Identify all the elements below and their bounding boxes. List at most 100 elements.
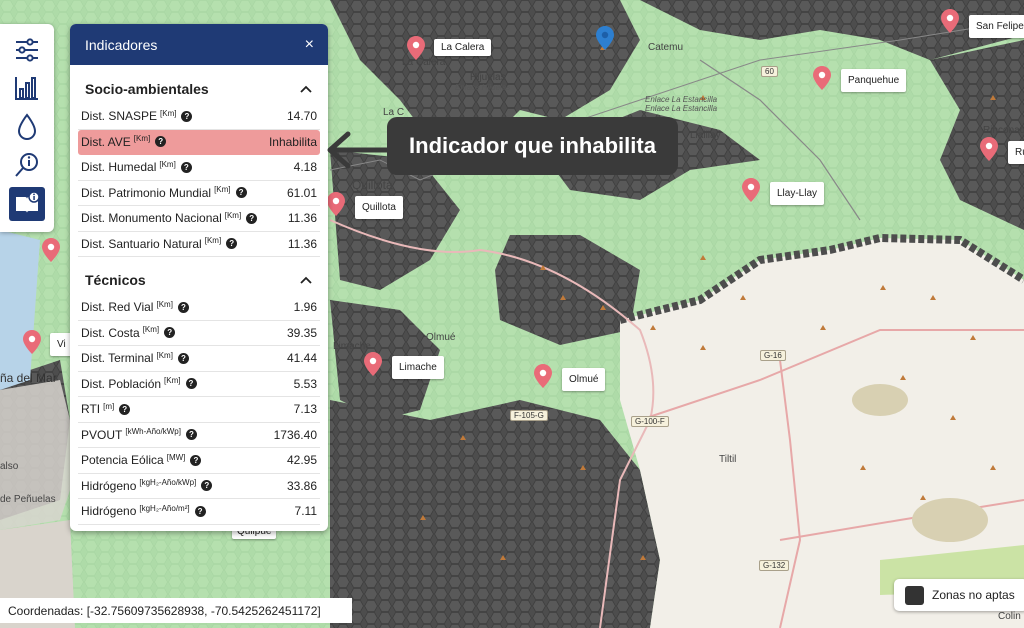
chart-tool-button[interactable] — [9, 71, 45, 105]
indicator-row: Potencia Eólica [MW]? 42.95 — [78, 448, 320, 474]
indicator-name: Dist. Monumento Nacional [Km]? — [81, 211, 258, 225]
coordinates-readout: Coordenadas: [-32.75609735628938, -70.54… — [0, 598, 352, 623]
help-icon[interactable]: ? — [226, 238, 238, 250]
map-pin-icon[interactable] — [534, 364, 552, 388]
help-icon[interactable]: ? — [194, 505, 206, 517]
indicator-value: 33.86 — [286, 478, 317, 493]
map-town-label: Quillota — [352, 178, 393, 192]
help-icon[interactable]: ? — [180, 161, 192, 173]
map-town-label: Catemu — [648, 42, 684, 53]
help-icon[interactable]: ? — [177, 301, 189, 313]
indicator-unit: [Km] — [156, 299, 173, 309]
map-town-label: Tiltil — [719, 454, 737, 465]
map-pin-icon[interactable] — [980, 137, 998, 161]
help-icon[interactable]: ? — [246, 212, 258, 224]
section-title: Socio-ambientales — [85, 81, 209, 97]
indicators-tool-button[interactable] — [9, 187, 45, 221]
help-icon[interactable]: ? — [185, 429, 197, 441]
place-label[interactable]: Limache — [392, 356, 444, 379]
indicator-label: Hidrógeno — [81, 504, 137, 519]
indicator-label: RTI — [81, 402, 101, 417]
panel-header: Indicadores × — [70, 24, 328, 65]
indicator-name: Dist. SNASPE [Km]? — [81, 108, 193, 123]
indicator-name: RTI [m]? — [81, 402, 131, 417]
map-pin-icon[interactable] — [813, 66, 831, 90]
place-label[interactable]: Olmué — [562, 368, 606, 391]
help-icon[interactable]: ? — [155, 136, 167, 148]
selected-location-pin-icon[interactable] — [596, 26, 614, 50]
section-header[interactable]: Socio-ambientales — [70, 74, 328, 104]
help-icon[interactable]: ? — [181, 110, 193, 122]
help-icon[interactable]: ? — [190, 454, 202, 466]
indicator-row: Dist. Patrimonio Mundial [Km]? 61.01 — [78, 181, 320, 206]
indicator-name: Dist. Terminal [Km]? — [81, 351, 189, 365]
indicator-row: Dist. Población [Km]? 5.53 — [78, 372, 320, 397]
help-icon[interactable]: ? — [164, 327, 176, 339]
water-tool-button[interactable] — [9, 110, 45, 144]
place-label[interactable]: Ru — [1008, 141, 1024, 164]
indicator-unit: [Km] — [133, 134, 151, 144]
map-town-label: Llaillay — [690, 130, 721, 141]
indicator-value: 11.36 — [287, 211, 317, 226]
map-road-label: Enlace La Estancilla — [645, 104, 718, 113]
close-icon[interactable]: × — [305, 36, 314, 53]
inspect-tool-button[interactable] — [9, 148, 45, 182]
annotation-callout: Indicador que inhabilita — [387, 117, 678, 175]
map-town-label: Limache — [333, 341, 371, 352]
indicator-label: Dist. Costa — [81, 325, 140, 340]
indicator-label: Potencia Eólica — [81, 453, 164, 468]
map-town-label: Olmué — [426, 332, 456, 343]
indicator-name: Dist. AVE [Km]? — [81, 134, 167, 149]
indicator-label: Dist. Humedal — [81, 160, 157, 175]
indicator-row: Dist. Costa [Km]? 39.35 — [78, 321, 320, 346]
road-shield: G-100-F — [631, 416, 669, 427]
indicator-unit: [Km] — [160, 108, 177, 118]
indicator-value: 39.35 — [286, 325, 317, 340]
place-label[interactable]: Llay-Llay — [770, 182, 825, 205]
indicator-label: Dist. Terminal — [81, 351, 154, 366]
help-icon[interactable]: ? — [185, 378, 197, 390]
map-pin-icon[interactable] — [23, 330, 41, 354]
indicator-unit: [Km] — [156, 350, 173, 360]
place-label[interactable]: Quillota — [355, 196, 403, 219]
place-label[interactable]: Panquehue — [841, 69, 907, 92]
map-pin-icon[interactable] — [364, 352, 382, 376]
indicator-unit: [kWh-Año/kWp] — [125, 427, 181, 437]
legend-label: Zonas no aptas — [932, 588, 1015, 602]
indicator-value: 61.01 — [286, 185, 317, 200]
indicator-value: 42.95 — [286, 453, 317, 468]
indicator-name: Hidrógeno [kgH₂-Año/kWp]? — [81, 478, 213, 493]
indicator-row: Dist. Red Vial [Km]? 1.96 — [78, 295, 320, 321]
book-info-icon — [16, 191, 40, 213]
help-icon[interactable]: ? — [235, 187, 247, 199]
map-pin-icon[interactable] — [42, 238, 60, 262]
filters-tool-button[interactable] — [9, 33, 45, 67]
indicator-label: Dist. Red Vial — [81, 300, 154, 315]
indicator-name: PVOUT [kWh-Año/kWp]? — [81, 427, 197, 442]
help-icon[interactable]: ? — [177, 352, 189, 364]
map-pin-icon[interactable] — [742, 178, 760, 202]
map-pin-icon[interactable] — [327, 192, 345, 216]
indicator-row: Hidrógeno [kgH₂-Año/m²]? 7.11 — [78, 499, 320, 525]
place-label[interactable]: San Felipe — [969, 15, 1024, 38]
place-label[interactable]: La Calera — [434, 39, 492, 56]
indicator-value: 1736.40 — [273, 427, 317, 442]
section-title: Técnicos — [85, 272, 146, 288]
chevron-up-icon[interactable] — [300, 273, 312, 287]
panel-sections: Socio-ambientales Dist. SNASPE [Km]? 14.70 D… — [70, 74, 328, 525]
chevron-up-icon[interactable] — [300, 82, 312, 96]
indicator-name: Dist. Patrimonio Mundial [Km]? — [81, 185, 247, 200]
indicator-value: 41.44 — [286, 351, 317, 366]
help-icon[interactable]: ? — [119, 403, 131, 415]
help-icon[interactable]: ? — [201, 480, 213, 492]
indicator-row: Dist. Monumento Nacional [Km]? 11.36 — [78, 206, 320, 232]
indicator-name: Dist. Costa [Km]? — [81, 325, 176, 340]
indicator-label: Dist. Patrimonio Mundial — [81, 185, 212, 200]
map-town-label: Rinconada — [983, 125, 1024, 136]
road-shield: 60 — [761, 66, 778, 77]
indicator-unit: [MW] — [166, 452, 186, 462]
section-header[interactable]: Técnicos — [70, 265, 328, 295]
road-shield: G-132 — [759, 560, 790, 571]
callout-arrow-icon — [327, 131, 390, 169]
map-pin-icon[interactable] — [941, 9, 959, 33]
